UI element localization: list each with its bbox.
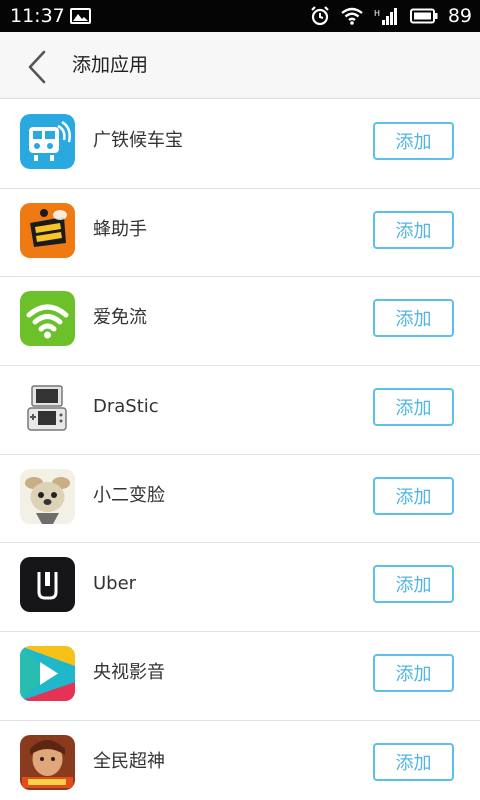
app-name: DraStic — [93, 396, 159, 418]
status-time: 11:37 — [10, 5, 65, 27]
guangtie-icon — [20, 114, 75, 169]
status-icons: H 89 — [310, 4, 472, 28]
add-button[interactable]: 添加 — [373, 654, 454, 693]
app-name: 央视影音 — [93, 662, 165, 684]
add-button[interactable]: 添加 — [373, 299, 454, 338]
list-item: 央视影音 添加 — [0, 632, 480, 721]
status-bar: 11:37 H 89 — [0, 0, 480, 32]
battery-level: 89 — [447, 5, 472, 27]
app-name: 全民超神 — [93, 750, 165, 772]
add-button[interactable]: 添加 — [373, 122, 454, 160]
list-item: DraStic 添加 — [0, 366, 480, 455]
add-button[interactable]: 添加 — [373, 742, 454, 781]
app-name: 蜂助手 — [93, 218, 147, 240]
list-item: 广铁候车宝 添加 — [0, 100, 480, 189]
back-button[interactable] — [24, 50, 54, 84]
alarm-icon — [311, 6, 329, 26]
bee-icon — [20, 202, 75, 258]
header-bar: 添加应用 — [0, 32, 480, 99]
chevron-left-icon — [28, 50, 46, 84]
list-item: Uber 添加 — [0, 543, 480, 633]
app-name: 小二变脸 — [93, 484, 165, 506]
app-list: 广铁候车宝 添加 蜂助手 添加 爱免流 添加 DraStic 添加 小二变脸 添… — [0, 100, 480, 800]
page-title: 添加应用 — [72, 54, 149, 76]
app-name: 爱免流 — [93, 307, 147, 329]
battery-icon — [409, 8, 438, 24]
ds-console-icon — [20, 380, 75, 436]
cctv-play-icon — [20, 646, 75, 702]
svg-text:H: H — [374, 9, 380, 18]
wifi-status-icon — [341, 7, 363, 25]
hero-game-icon — [20, 734, 75, 790]
add-button[interactable]: 添加 — [373, 476, 454, 515]
list-item: 全民超神 添加 — [0, 721, 480, 800]
add-button[interactable]: 添加 — [373, 388, 454, 427]
app-name: Uber — [93, 573, 137, 595]
puppy-icon — [20, 468, 75, 524]
list-item: 爱免流 添加 — [0, 277, 480, 367]
uber-icon — [20, 557, 75, 613]
wifi-icon — [20, 291, 75, 347]
image-notification-icon — [70, 8, 91, 24]
list-item: 蜂助手 添加 — [0, 189, 480, 278]
app-name: 广铁候车宝 — [93, 130, 183, 151]
add-button[interactable]: 添加 — [373, 210, 454, 249]
signal-icon: H — [374, 8, 397, 25]
list-item: 小二变脸 添加 — [0, 455, 480, 544]
add-button[interactable]: 添加 — [373, 565, 454, 604]
